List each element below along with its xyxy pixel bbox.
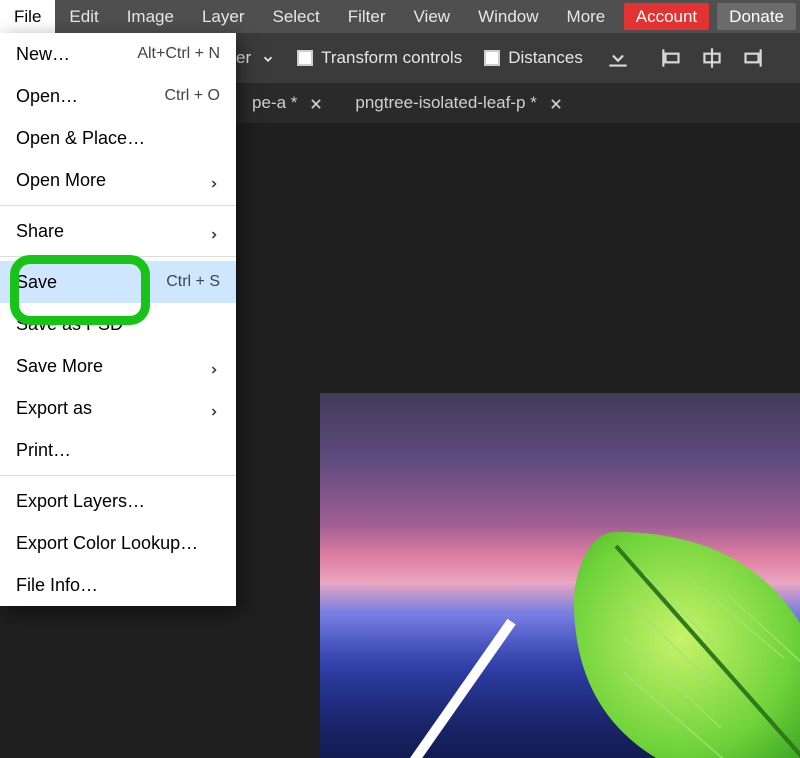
close-icon[interactable]	[309, 96, 323, 110]
menu-image[interactable]: Image	[113, 0, 188, 33]
menubar: File Edit Image Layer Select Filter View…	[0, 0, 800, 33]
menu-item[interactable]: Export as	[0, 387, 236, 429]
close-icon[interactable]	[549, 96, 563, 110]
chevron-right-icon	[208, 360, 220, 372]
distances-checkbox[interactable]: Distances	[484, 48, 583, 68]
tool-selector[interactable]: er	[236, 48, 275, 68]
align-left-icon[interactable]	[659, 45, 685, 71]
leaf-image	[560, 518, 800, 758]
checkbox-icon	[297, 50, 313, 66]
menu-item-label: Share	[16, 221, 208, 242]
distances-label: Distances	[508, 48, 583, 68]
tool-selector-text: er	[236, 48, 251, 68]
file-menu-dropdown: New…Alt+Ctrl + NOpen…Ctrl + OOpen & Plac…	[0, 33, 236, 606]
menu-more[interactable]: More	[553, 0, 620, 33]
menu-item[interactable]: File Info…	[0, 564, 236, 606]
menu-item-label: File Info…	[16, 575, 220, 596]
menu-item-label: Export Color Lookup…	[16, 533, 220, 554]
chevron-right-icon	[208, 402, 220, 414]
transform-controls-checkbox[interactable]: Transform controls	[297, 48, 462, 68]
menu-edit[interactable]: Edit	[55, 0, 112, 33]
menu-item[interactable]: Open…Ctrl + O	[0, 75, 236, 117]
chevron-right-icon	[208, 225, 220, 237]
menu-separator	[0, 475, 236, 476]
menu-item[interactable]: Open & Place…	[0, 117, 236, 159]
menu-filter[interactable]: Filter	[334, 0, 400, 33]
menu-item[interactable]: Save More	[0, 345, 236, 387]
menu-item-shortcut: Alt+Ctrl + N	[137, 45, 220, 63]
menu-separator	[0, 205, 236, 206]
menu-item-label: Export as	[16, 398, 208, 419]
menu-layer[interactable]: Layer	[188, 0, 259, 33]
donate-button[interactable]: Donate	[717, 3, 796, 30]
menu-window[interactable]: Window	[464, 0, 552, 33]
menu-item-label: Open & Place…	[16, 128, 220, 149]
menu-item[interactable]: Share	[0, 210, 236, 252]
menu-item[interactable]: New…Alt+Ctrl + N	[0, 33, 236, 75]
align-center-icon[interactable]	[699, 45, 725, 71]
tab-title: pngtree-isolated-leaf-p *	[355, 93, 536, 113]
menu-item[interactable]: Export Color Lookup…	[0, 522, 236, 564]
menu-item[interactable]: Save as PSD	[0, 303, 236, 345]
align-group	[659, 45, 765, 71]
menu-item-label: Open More	[16, 170, 208, 191]
menu-item[interactable]: Open More	[0, 159, 236, 201]
menu-file[interactable]: File	[0, 0, 55, 33]
tab-title: pe-a *	[252, 93, 297, 113]
document-tab[interactable]: pngtree-isolated-leaf-p *	[339, 83, 578, 123]
menu-item-shortcut: Ctrl + O	[164, 87, 220, 105]
menu-view[interactable]: View	[400, 0, 465, 33]
menu-item-label: Open…	[16, 86, 164, 107]
canvas-image	[320, 393, 800, 758]
menu-item-label: New…	[16, 44, 137, 65]
align-right-icon[interactable]	[739, 45, 765, 71]
menu-item[interactable]: Export Layers…	[0, 480, 236, 522]
download-icon[interactable]	[605, 45, 631, 71]
menu-item-label: Save as PSD	[16, 314, 220, 335]
chevron-down-icon	[261, 51, 275, 65]
menu-item-label: Save	[16, 272, 166, 293]
menu-select[interactable]: Select	[258, 0, 333, 33]
menu-item-label: Export Layers…	[16, 491, 220, 512]
chevron-right-icon	[208, 174, 220, 186]
checkbox-icon	[484, 50, 500, 66]
menu-item-label: Print…	[16, 440, 220, 461]
menu-item[interactable]: SaveCtrl + S	[0, 261, 236, 303]
menu-item-shortcut: Ctrl + S	[166, 273, 220, 291]
menu-separator	[0, 256, 236, 257]
menu-item-label: Save More	[16, 356, 208, 377]
menu-item[interactable]: Print…	[0, 429, 236, 471]
transform-controls-label: Transform controls	[321, 48, 462, 68]
account-button[interactable]: Account	[624, 3, 709, 30]
document-tab[interactable]: pe-a *	[236, 83, 339, 123]
